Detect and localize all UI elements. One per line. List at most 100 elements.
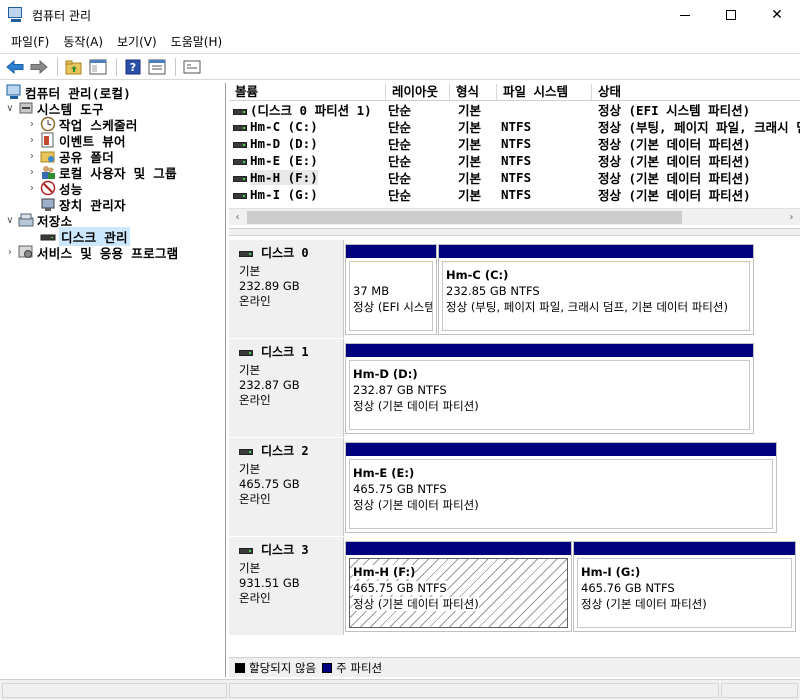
tree-label: 서비스 및 응용 프로그램	[37, 245, 179, 261]
console-icon	[183, 60, 201, 73]
maximize-icon	[726, 10, 736, 20]
partition-block[interactable]: Hm-E (E:) 465.75 GB NTFS 정상 (기본 데이터 파티션)	[345, 442, 777, 533]
shared-folder-icon	[40, 148, 56, 164]
volume-fs: NTFS	[501, 119, 532, 134]
disk-info[interactable]: 디스크 0 기본 232.89 GB 온라인	[229, 240, 344, 338]
disk-state: 온라인	[239, 492, 271, 506]
minimize-button[interactable]	[662, 0, 708, 30]
partition-block[interactable]: Hm-C (C:) 232.85 GB NTFS 정상 (부팅, 페이지 파일,…	[438, 244, 754, 335]
close-button[interactable]: ✕	[754, 0, 800, 30]
partition-status: 정상 (기본 데이터 파티션)	[353, 399, 479, 413]
drive-icon	[233, 108, 247, 115]
volume-row[interactable]: Hm-C (C:) 단순 기본 NTFS 정상 (부팅, 페이지 파일, 크래시…	[229, 118, 800, 135]
volume-row[interactable]: Hm-D (D:) 단순 기본 NTFS 정상 (기본 데이터 파티션)	[229, 135, 800, 152]
column-header-layout[interactable]: 레이아웃	[386, 84, 450, 101]
title-bar: 컴퓨터 관리 ✕	[0, 0, 800, 30]
column-header-type[interactable]: 형식	[450, 84, 497, 101]
volume-row[interactable]: Hm-I (G:) 단순 기본 NTFS 정상 (기본 데이터 파티션)	[229, 186, 800, 203]
volume-fs: NTFS	[501, 187, 532, 202]
chevron-down-icon[interactable]: ∨	[4, 102, 16, 114]
partition-status: 정상 (EFI 시스템 파티션)	[353, 300, 433, 314]
disk-icon	[239, 448, 253, 455]
primary-partition-bar	[346, 344, 753, 357]
disk-graphical-view: 디스크 0 기본 232.89 GB 온라인 37 MB 정상 (EFI 시스템…	[229, 236, 800, 657]
chevron-right-icon[interactable]: ›	[4, 246, 16, 258]
details-pane: 볼륨 레이아웃 형식 파일 시스템 상태 (디스크 0 파티션 1) 단순 기본…	[229, 83, 800, 677]
forward-button[interactable]	[28, 56, 50, 78]
pane-splitter[interactable]	[229, 228, 800, 236]
disk-name: 디스크 2	[261, 444, 309, 458]
disk-info[interactable]: 디스크 1 기본 232.87 GB 온라인	[229, 339, 344, 437]
partition-block[interactable]: 37 MB 정상 (EFI 시스템 파티션)	[345, 244, 437, 335]
tree-item-local-users-groups[interactable]: › 로컬 사용자 및 그룹	[26, 164, 177, 181]
disk-type: 기본	[239, 561, 261, 575]
close-icon: ✕	[771, 7, 783, 23]
disk-row: 디스크 0 기본 232.89 GB 온라인 37 MB 정상 (EFI 시스템…	[229, 240, 800, 338]
partition-status: 정상 (기본 데이터 파티션)	[581, 597, 707, 611]
partition-block-selected[interactable]: Hm-H (F:) 465.75 GB NTFS 정상 (기본 데이터 파티션)	[345, 541, 572, 632]
disk-name: 디스크 3	[261, 543, 309, 557]
disk-name: 디스크 1	[261, 345, 309, 359]
event-viewer-icon	[40, 132, 56, 148]
partition-block[interactable]: Hm-I (G:) 465.76 GB NTFS 정상 (기본 데이터 파티션)	[573, 541, 796, 632]
column-header-volume[interactable]: 볼륨	[229, 84, 386, 101]
console-button[interactable]	[181, 56, 203, 78]
scrollbar-thumb[interactable]	[247, 211, 682, 224]
partition-size: 232.87 GB NTFS	[353, 383, 447, 397]
menu-view[interactable]: 보기(V)	[110, 33, 164, 50]
menu-action[interactable]: 동작(A)	[56, 33, 110, 50]
partition-size: 232.85 GB NTFS	[446, 284, 540, 298]
chevron-down-icon[interactable]: ∨	[4, 214, 16, 226]
tree-item-services-applications[interactable]: › 서비스 및 응용 프로그램	[4, 244, 179, 261]
status-cell	[721, 683, 798, 698]
disk-type: 기본	[239, 264, 261, 278]
partition-name: Hm-D (D:)	[353, 367, 418, 381]
volume-row[interactable]: Hm-H (F:) 단순 기본 NTFS 정상 (기본 데이터 파티션)	[229, 169, 800, 186]
partition-size: 465.76 GB NTFS	[581, 581, 675, 595]
maximize-button[interactable]	[708, 0, 754, 30]
chevron-right-icon[interactable]: ›	[26, 182, 38, 194]
volume-name: Hm-I (G:)	[250, 187, 318, 202]
disk-icon	[239, 349, 253, 356]
volume-fs: NTFS	[501, 170, 532, 185]
partition-name: Hm-I (G:)	[581, 565, 641, 579]
help-button[interactable]: ?	[122, 56, 144, 78]
chevron-right-icon[interactable]: ›	[26, 134, 38, 146]
chevron-right-icon[interactable]: ›	[26, 166, 38, 178]
minimize-icon	[680, 14, 690, 16]
partition-size: 465.75 GB NTFS	[353, 482, 447, 496]
volume-row[interactable]: Hm-E (E:) 단순 기본 NTFS 정상 (기본 데이터 파티션)	[229, 152, 800, 169]
scroll-right-icon[interactable]: ›	[783, 209, 800, 226]
horizontal-scrollbar[interactable]: ‹ ›	[229, 208, 800, 225]
disk-info[interactable]: 디스크 3 기본 931.51 GB 온라인	[229, 537, 344, 635]
drive-icon	[233, 158, 247, 165]
disk-state: 온라인	[239, 294, 271, 308]
menu-file[interactable]: 파일(F)	[4, 33, 56, 50]
legend-label: 할당되지 않음	[249, 660, 317, 675]
toolbar: ?	[0, 53, 800, 80]
chevron-right-icon[interactable]: ›	[26, 118, 38, 130]
properties-button[interactable]	[146, 56, 168, 78]
disk-info[interactable]: 디스크 2 기본 465.75 GB 온라인	[229, 438, 344, 536]
partition-size: 465.75 GB NTFS	[353, 581, 447, 595]
legend-swatch	[322, 662, 333, 673]
show-hide-tree-button[interactable]	[87, 56, 109, 78]
primary-partition-bar	[346, 443, 776, 456]
column-header-file-system[interactable]: 파일 시스템	[497, 84, 592, 101]
drive-icon	[233, 141, 247, 148]
drive-icon	[233, 192, 247, 199]
partition-block[interactable]: Hm-D (D:) 232.87 GB NTFS 정상 (기본 데이터 파티션)	[345, 343, 754, 434]
toolbar-separator	[57, 57, 58, 76]
menu-help[interactable]: 도움말(H)	[164, 33, 230, 50]
column-header-status[interactable]: 상태	[592, 84, 800, 101]
chevron-right-icon[interactable]: ›	[26, 150, 38, 162]
volume-row[interactable]: (디스크 0 파티션 1) 단순 기본 정상 (EFI 시스템 파티션)	[229, 101, 800, 118]
disk-icon	[239, 250, 253, 257]
scroll-left-icon[interactable]: ‹	[229, 209, 246, 226]
volume-name: Hm-H (F:)	[250, 170, 318, 185]
back-button[interactable]	[4, 56, 26, 78]
properties-icon	[148, 59, 166, 74]
partition-size: 37 MB	[353, 284, 390, 298]
drive-icon	[233, 124, 247, 131]
up-level-button[interactable]	[63, 56, 85, 78]
